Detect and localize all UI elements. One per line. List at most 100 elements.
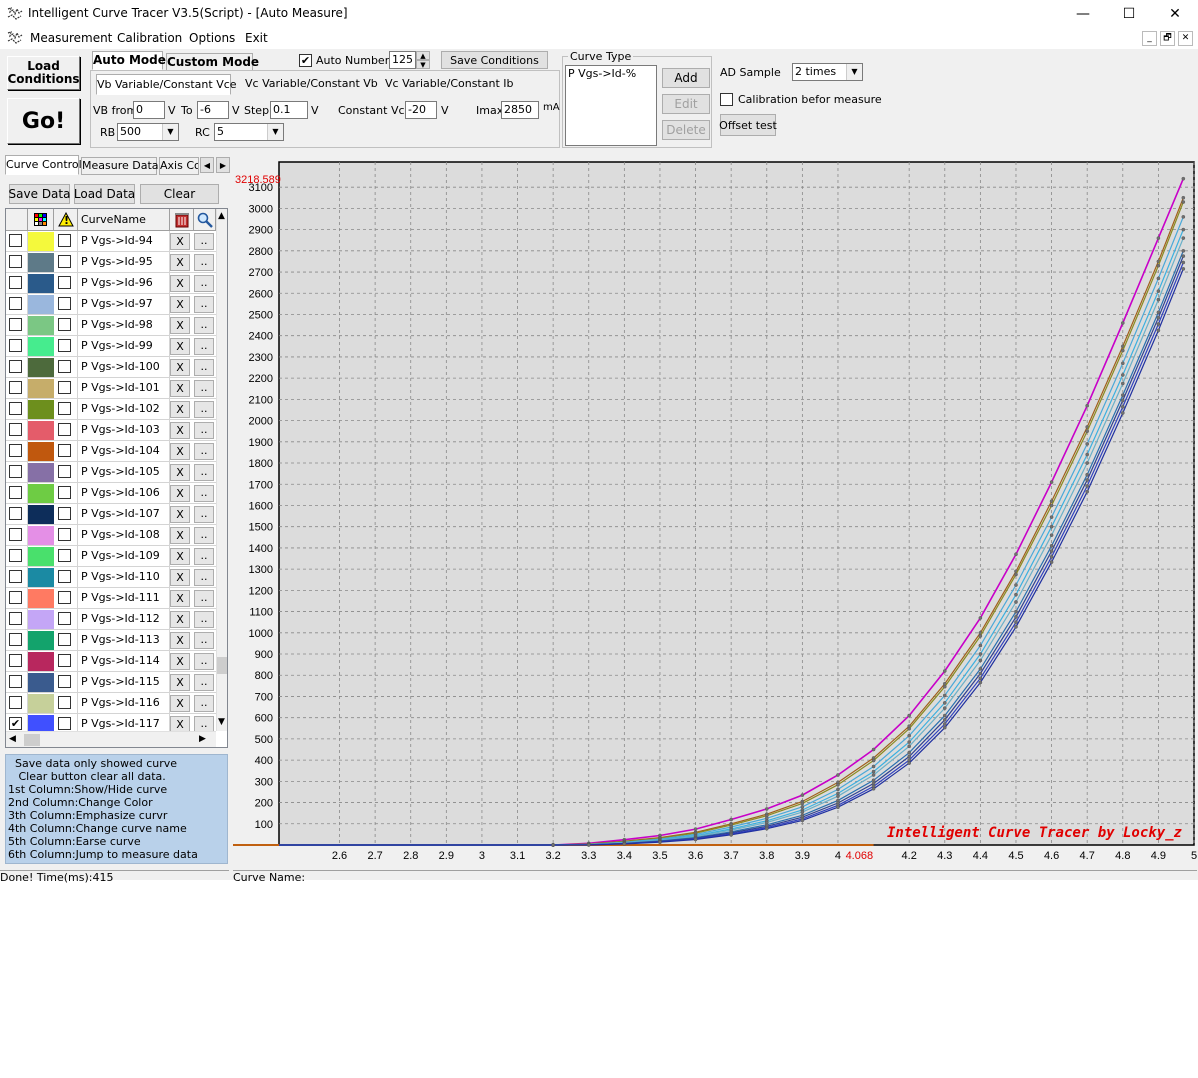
tab-vc-variable-ib[interactable]: Vc Variable/Constant Ib <box>385 77 514 90</box>
jump-to-data-button[interactable]: .. <box>194 443 214 460</box>
table-row[interactable]: P Vgs->Id-101 X.. <box>6 378 216 399</box>
auto-number-down-button[interactable]: ▼ <box>416 60 430 69</box>
curve-type-list[interactable]: P Vgs->Id-% <box>565 65 657 146</box>
chevron-down-icon[interactable]: ▼ <box>162 124 178 140</box>
jump-to-data-button[interactable]: .. <box>194 674 214 691</box>
color-swatch[interactable] <box>28 337 54 356</box>
vb-from-input[interactable]: 0 <box>133 101 165 119</box>
curve-name-cell[interactable]: P Vgs->Id-94 <box>78 231 170 252</box>
table-row[interactable]: P Vgs->Id-97 X.. <box>6 294 216 315</box>
emphasize-checkbox[interactable] <box>58 612 71 625</box>
jump-to-data-button[interactable]: .. <box>194 548 214 565</box>
clear-button[interactable]: Clear <box>140 184 219 204</box>
curve-name-cell[interactable]: P Vgs->Id-114 <box>78 651 170 672</box>
emphasize-checkbox[interactable] <box>58 696 71 709</box>
color-swatch[interactable] <box>28 232 54 251</box>
erase-curve-button[interactable]: X <box>170 674 190 691</box>
chevron-down-icon[interactable]: ▼ <box>846 64 862 80</box>
curve-name-cell[interactable]: P Vgs->Id-109 <box>78 546 170 567</box>
curve-type-item[interactable]: P Vgs->Id-% <box>568 67 654 80</box>
jump-to-data-button[interactable]: .. <box>194 485 214 502</box>
color-swatch[interactable] <box>28 589 54 608</box>
color-swatch[interactable] <box>28 358 54 377</box>
table-row[interactable]: P Vgs->Id-108 X.. <box>6 525 216 546</box>
emphasize-checkbox[interactable] <box>58 654 71 667</box>
jump-to-data-button[interactable]: .. <box>194 527 214 544</box>
erase-curve-button[interactable]: X <box>170 275 190 292</box>
show-curve-checkbox[interactable] <box>9 255 22 268</box>
rb-select[interactable]: 500 ▼ <box>117 123 179 141</box>
calibration-checkbox[interactable] <box>720 93 733 106</box>
table-row[interactable]: P Vgs->Id-95 X.. <box>6 252 216 273</box>
table-row[interactable]: P Vgs->Id-102 X.. <box>6 399 216 420</box>
show-curve-checkbox[interactable] <box>9 507 22 520</box>
scroll-right-icon[interactable]: ▶ <box>199 734 206 744</box>
chevron-down-icon[interactable]: ▼ <box>267 124 283 140</box>
emphasize-checkbox[interactable] <box>58 633 71 646</box>
curve-name-cell[interactable]: P Vgs->Id-116 <box>78 693 170 714</box>
color-swatch[interactable] <box>28 274 54 293</box>
minimize-button[interactable]: — <box>1060 0 1106 28</box>
table-row[interactable]: P Vgs->Id-115 X.. <box>6 672 216 693</box>
table-row[interactable]: P Vgs->Id-110 X.. <box>6 567 216 588</box>
curve-name-cell[interactable]: P Vgs->Id-103 <box>78 420 170 441</box>
show-curve-checkbox[interactable] <box>9 696 22 709</box>
erase-curve-button[interactable]: X <box>170 317 190 334</box>
color-swatch[interactable] <box>28 379 54 398</box>
show-curve-checkbox[interactable] <box>9 570 22 583</box>
erase-curve-button[interactable]: X <box>170 359 190 376</box>
mdi-child-icon[interactable] <box>7 31 23 45</box>
emphasize-checkbox[interactable] <box>58 444 71 457</box>
delete-curve-type-button[interactable]: Delete <box>662 120 710 140</box>
jump-to-data-button[interactable]: .. <box>194 380 214 397</box>
menu-measurement[interactable]: Measurement <box>30 31 112 45</box>
color-swatch[interactable] <box>28 505 54 524</box>
table-row[interactable]: P Vgs->Id-114 X.. <box>6 651 216 672</box>
jump-to-data-button[interactable]: .. <box>194 422 214 439</box>
color-swatch[interactable] <box>28 694 54 713</box>
color-swatch[interactable] <box>28 568 54 587</box>
offset-test-button[interactable]: Offset test <box>719 114 777 136</box>
show-curve-checkbox[interactable] <box>9 486 22 499</box>
jump-to-data-button[interactable]: .. <box>194 275 214 292</box>
color-swatch[interactable] <box>28 652 54 671</box>
jump-to-data-button[interactable]: .. <box>194 359 214 376</box>
tab-measure-data[interactable]: Measure Data <box>81 157 159 175</box>
erase-curve-button[interactable]: X <box>170 338 190 355</box>
jump-to-data-button[interactable]: .. <box>194 401 214 418</box>
ad-sample-select[interactable]: 2 times ▼ <box>792 63 863 81</box>
emphasize-checkbox[interactable] <box>58 486 71 499</box>
maximize-button[interactable]: ☐ <box>1106 0 1152 28</box>
color-swatch[interactable] <box>28 484 54 503</box>
curve-name-cell[interactable]: P Vgs->Id-97 <box>78 294 170 315</box>
emphasize-checkbox[interactable] <box>58 360 71 373</box>
erase-curve-button[interactable]: X <box>170 254 190 271</box>
erase-curve-button[interactable]: X <box>170 695 190 712</box>
hscroll-thumb[interactable] <box>24 734 40 746</box>
scroll-thumb[interactable] <box>217 657 227 674</box>
erase-curve-button[interactable]: X <box>170 632 190 649</box>
erase-curve-button[interactable]: X <box>170 485 190 502</box>
color-swatch[interactable] <box>28 526 54 545</box>
curve-name-cell[interactable]: P Vgs->Id-98 <box>78 315 170 336</box>
show-curve-checkbox[interactable] <box>9 381 22 394</box>
edit-curve-type-button[interactable]: Edit <box>662 94 710 114</box>
jump-to-data-button[interactable]: .. <box>194 611 214 628</box>
emphasize-checkbox[interactable] <box>58 507 71 520</box>
curve-name-cell[interactable]: P Vgs->Id-99 <box>78 336 170 357</box>
rc-select[interactable]: 5 ▼ <box>214 123 284 141</box>
jump-to-data-button[interactable]: .. <box>194 296 214 313</box>
table-row[interactable]: P Vgs->Id-96 X.. <box>6 273 216 294</box>
curve-name-cell[interactable]: P Vgs->Id-106 <box>78 483 170 504</box>
table-row[interactable]: P Vgs->Id-112 X.. <box>6 609 216 630</box>
emphasize-checkbox[interactable] <box>58 276 71 289</box>
load-conditions-button[interactable]: Load Conditions <box>7 56 80 90</box>
show-curve-checkbox[interactable] <box>9 591 22 604</box>
erase-curve-button[interactable]: X <box>170 527 190 544</box>
jump-to-data-button[interactable]: .. <box>194 569 214 586</box>
scroll-left-icon[interactable]: ◀ <box>9 734 16 744</box>
menu-exit[interactable]: Exit <box>245 31 268 45</box>
color-swatch[interactable] <box>28 316 54 335</box>
curve-name-cell[interactable]: P Vgs->Id-95 <box>78 252 170 273</box>
color-swatch[interactable] <box>28 631 54 650</box>
